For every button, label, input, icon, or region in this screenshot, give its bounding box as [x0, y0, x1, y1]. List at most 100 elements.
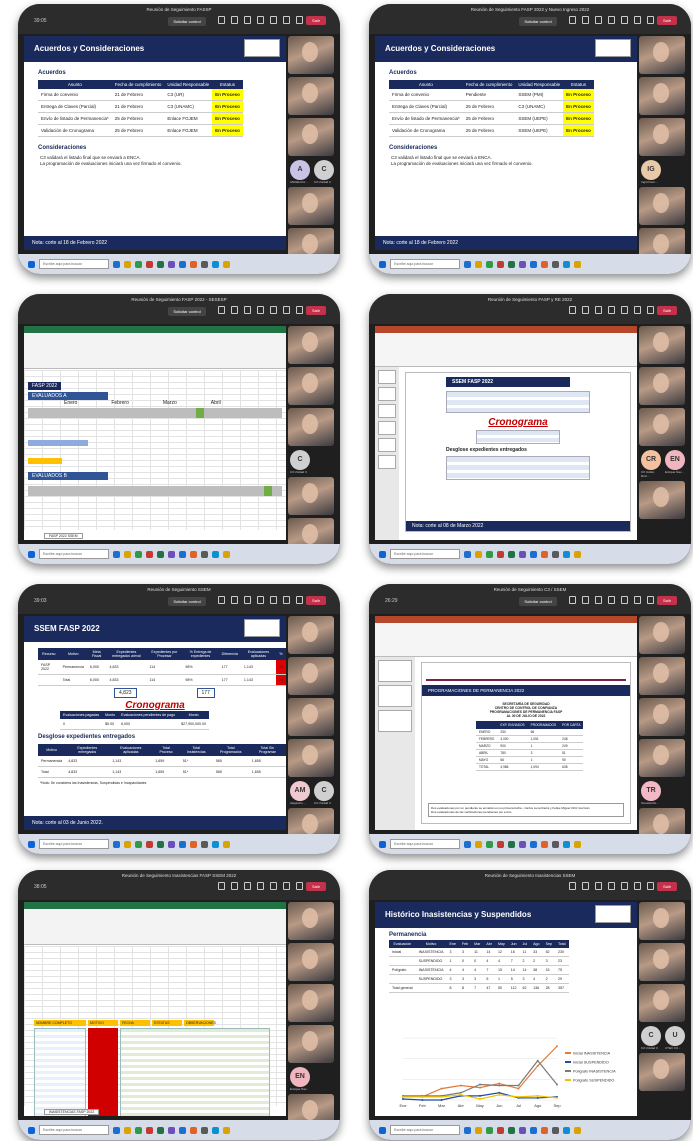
taskbar-app-icon[interactable]: [574, 1126, 581, 1134]
microphone-icon[interactable]: [634, 16, 641, 24]
leave-button[interactable]: Salir: [657, 16, 677, 25]
more-icon[interactable]: [257, 16, 264, 24]
sheet-tab[interactable]: FASP 2022 SSEM: [44, 533, 83, 539]
taskbar-app-icon[interactable]: [464, 840, 471, 848]
taskbar-app-icon[interactable]: [552, 840, 559, 848]
taskbar-app-icon[interactable]: [179, 550, 186, 558]
taskbar-app-icon[interactable]: [563, 260, 570, 268]
camera-icon[interactable]: [270, 16, 277, 24]
taskbar-app-icon[interactable]: [541, 260, 548, 268]
taskbar-app-icon[interactable]: [201, 260, 208, 268]
start-icon[interactable]: [28, 1126, 35, 1134]
more-icon[interactable]: [608, 16, 615, 24]
reaction-icon[interactable]: [595, 16, 602, 24]
taskbar-app-icon[interactable]: [475, 1126, 482, 1134]
taskbar-app-icon[interactable]: [497, 550, 504, 558]
taskbar-app-icon[interactable]: [190, 1126, 197, 1134]
slide-thumbnail[interactable]: [378, 387, 396, 401]
chat-icon[interactable]: [231, 882, 238, 890]
taskbar-app-icon[interactable]: [113, 260, 120, 268]
slide-thumbnails[interactable]: [375, 367, 399, 540]
microphone-icon[interactable]: [283, 306, 290, 314]
leave-button[interactable]: Salir: [306, 596, 326, 605]
spreadsheet-grid[interactable]: FASP 2022 EVALUADOS A Enero Febrero Marzo Abr…: [24, 370, 286, 530]
taskbar-app-icon[interactable]: [157, 550, 164, 558]
taskbar-app-icon[interactable]: [508, 550, 515, 558]
taskbar-app-icon[interactable]: [212, 260, 219, 268]
taskbar-app-icon[interactable]: [508, 260, 515, 268]
start-icon[interactable]: [379, 550, 386, 558]
taskbar-app-icon[interactable]: [124, 1126, 131, 1134]
taskbar-app-icon[interactable]: [135, 260, 142, 268]
taskbar-app-icon[interactable]: [475, 260, 482, 268]
more-icon[interactable]: [257, 882, 264, 890]
chat-icon[interactable]: [582, 16, 589, 24]
taskbar-app-icon[interactable]: [541, 1126, 548, 1134]
reaction-icon[interactable]: [244, 16, 251, 24]
taskbar-app-icon[interactable]: [113, 1126, 120, 1134]
taskbar-app-icon[interactable]: [508, 840, 515, 848]
taskbar-app-icon[interactable]: [574, 260, 581, 268]
taskbar-app-icon[interactable]: [135, 1126, 142, 1134]
request-control-button[interactable]: Solicitar control: [168, 17, 206, 26]
slide-thumbnail[interactable]: [378, 660, 412, 682]
taskbar-app-icon[interactable]: [146, 550, 153, 558]
microphone-icon[interactable]: [283, 596, 290, 604]
taskbar-app-icon[interactable]: [190, 550, 197, 558]
taskbar-app-icon[interactable]: [223, 840, 230, 848]
share-icon[interactable]: [647, 596, 654, 604]
leave-button[interactable]: Salir: [657, 306, 677, 315]
taskbar-app-icon[interactable]: [168, 260, 175, 268]
camera-icon[interactable]: [621, 882, 628, 890]
taskbar-search-input[interactable]: Escribe aquí para buscar: [390, 259, 460, 269]
share-icon[interactable]: [647, 882, 654, 890]
powerpoint-ribbon[interactable]: [375, 333, 637, 367]
taskbar-app-icon[interactable]: [201, 550, 208, 558]
slide-thumbnails[interactable]: [375, 657, 415, 830]
taskbar-app-icon[interactable]: [486, 840, 493, 848]
microphone-icon[interactable]: [634, 306, 641, 314]
taskbar-app-icon[interactable]: [519, 260, 526, 268]
start-icon[interactable]: [379, 840, 386, 848]
chat-icon[interactable]: [582, 306, 589, 314]
taskbar-search-input[interactable]: Escribe aquí para buscar: [39, 259, 109, 269]
slide-thumbnail[interactable]: [378, 455, 396, 469]
leave-button[interactable]: Salir: [306, 16, 326, 25]
leave-button[interactable]: Salir: [657, 882, 677, 891]
more-icon[interactable]: [257, 306, 264, 314]
taskbar-app-icon[interactable]: [486, 260, 493, 268]
share-icon[interactable]: [296, 306, 303, 314]
microphone-icon[interactable]: [283, 16, 290, 24]
more-icon[interactable]: [608, 306, 615, 314]
leave-button[interactable]: Salir: [657, 596, 677, 605]
taskbar-app-icon[interactable]: [574, 550, 581, 558]
microphone-icon[interactable]: [634, 596, 641, 604]
reaction-icon[interactable]: [244, 596, 251, 604]
more-icon[interactable]: [608, 596, 615, 604]
taskbar-app-icon[interactable]: [179, 840, 186, 848]
taskbar-app-icon[interactable]: [508, 1126, 515, 1134]
taskbar-app-icon[interactable]: [146, 1126, 153, 1134]
taskbar-app-icon[interactable]: [552, 1126, 559, 1134]
chat-icon[interactable]: [231, 16, 238, 24]
taskbar-app-icon[interactable]: [497, 1126, 504, 1134]
taskbar-app-icon[interactable]: [223, 1126, 230, 1134]
taskbar-app-icon[interactable]: [212, 1126, 219, 1134]
people-icon[interactable]: [569, 16, 576, 24]
taskbar-search-input[interactable]: Escribe aquí para buscar: [39, 1125, 109, 1135]
people-icon[interactable]: [569, 306, 576, 314]
slide-thumbnail[interactable]: [378, 710, 412, 732]
people-icon[interactable]: [218, 306, 225, 314]
taskbar-app-icon[interactable]: [146, 260, 153, 268]
start-icon[interactable]: [28, 260, 35, 268]
request-control-button[interactable]: Solicitar control: [519, 597, 557, 606]
taskbar-app-icon[interactable]: [497, 840, 504, 848]
camera-icon[interactable]: [621, 596, 628, 604]
camera-icon[interactable]: [270, 596, 277, 604]
taskbar-app-icon[interactable]: [519, 550, 526, 558]
chat-icon[interactable]: [582, 882, 589, 890]
taskbar-app-icon[interactable]: [464, 1126, 471, 1134]
taskbar-app-icon[interactable]: [179, 260, 186, 268]
share-icon[interactable]: [296, 16, 303, 24]
camera-icon[interactable]: [621, 306, 628, 314]
